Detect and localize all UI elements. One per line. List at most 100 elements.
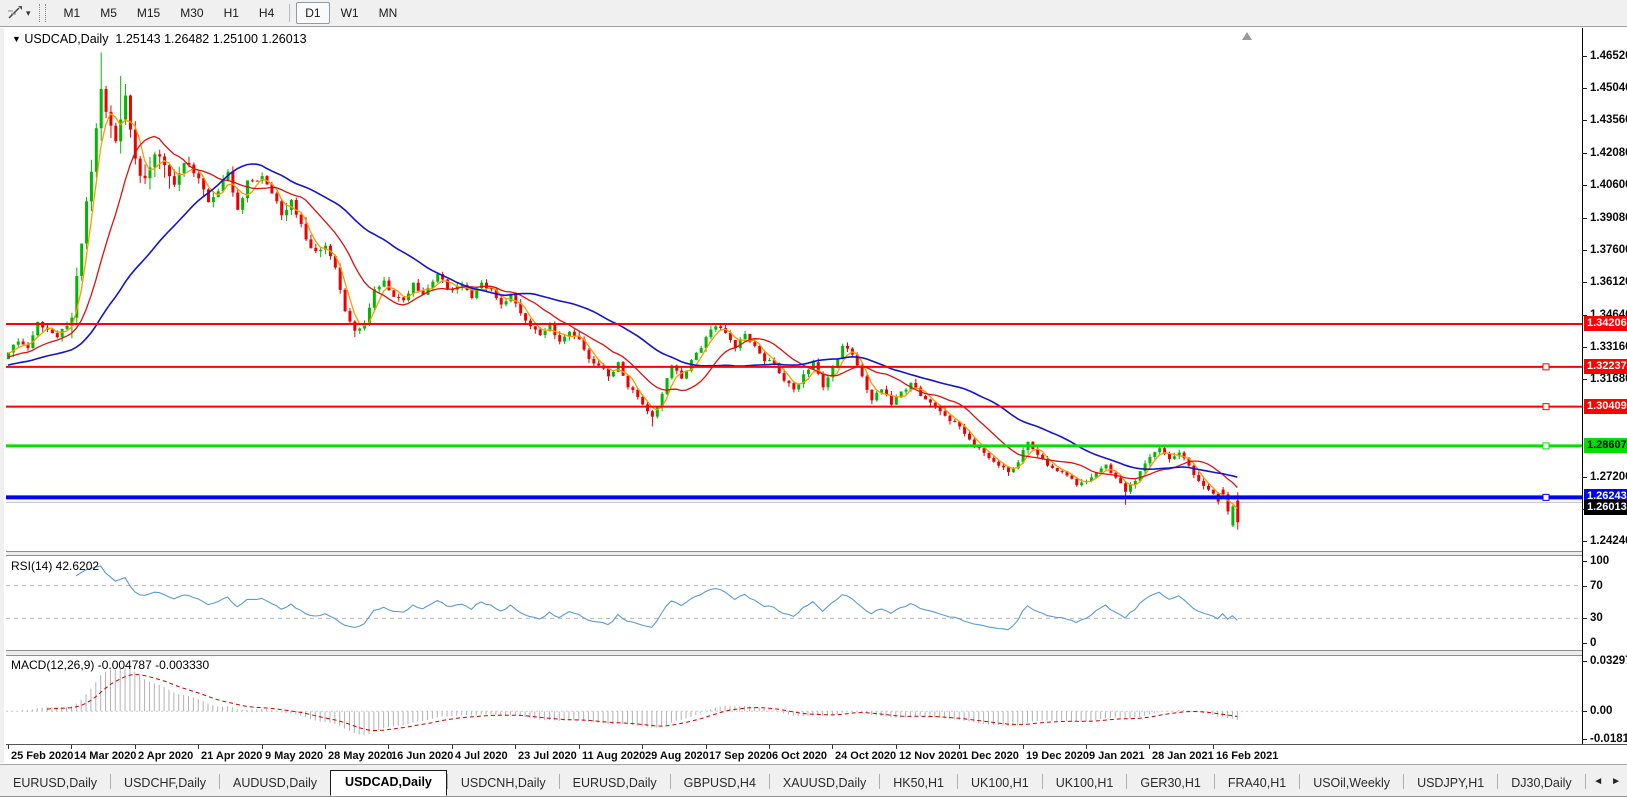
- date-label[interactable]: 6 Oct 2020: [772, 750, 827, 762]
- date-tick-mark: [1149, 745, 1150, 749]
- price-axis-label: 1.46520: [1590, 50, 1627, 62]
- rsi-indicator-pane[interactable]: [6, 556, 1582, 650]
- tool-dropdown-arrow-icon[interactable]: ▾: [26, 8, 31, 19]
- chart-tab-usdcnh-daily[interactable]: USDCNH,Daily: [448, 771, 559, 796]
- price-badge-1.30409[interactable]: 1.30409: [1584, 399, 1627, 414]
- ma-mid-line: [8, 137, 1237, 488]
- price-axis-label: 1.42080: [1590, 147, 1627, 159]
- date-label[interactable]: 12 Nov 2020: [899, 750, 963, 762]
- date-label[interactable]: 11 Aug 2020: [582, 750, 645, 762]
- price-tick: [1582, 477, 1587, 478]
- price-badge-1.34206[interactable]: 1.34206: [1584, 316, 1627, 331]
- date-label[interactable]: 2 Apr 2020: [138, 750, 193, 762]
- date-tick-mark: [515, 745, 516, 749]
- tab-scroll-left-icon[interactable]: ◄: [1593, 776, 1603, 787]
- date-label[interactable]: 9 May 2020: [265, 750, 323, 762]
- chart-tab-bar: EURUSD,DailyUSDCHF,DailyAUDUSD,DailyUSDC…: [0, 764, 1627, 797]
- timeframe-button-w1[interactable]: W1: [332, 2, 368, 24]
- price-tick: [1582, 88, 1587, 89]
- rsi-axis-label: 100: [1590, 555, 1609, 567]
- price-axis-label: 1.36120: [1590, 276, 1627, 288]
- date-label[interactable]: 28 May 2020: [328, 750, 392, 762]
- rsi-axis-label: 30: [1590, 612, 1603, 624]
- chart-shift-marker-icon[interactable]: [1242, 32, 1252, 40]
- hline-handle-1.32237[interactable]: [1543, 364, 1549, 370]
- rsi-axis-label: 0: [1590, 637, 1596, 649]
- date-tick-mark: [388, 745, 389, 749]
- chart-tab-xauusd-daily[interactable]: XAUUSD,Daily: [770, 771, 879, 796]
- date-label[interactable]: 28 Jan 2021: [1152, 750, 1214, 762]
- macd-indicator-pane[interactable]: [6, 656, 1582, 744]
- macd-label: MACD(12,26,9) -0.004787 -0.003330: [11, 658, 209, 672]
- date-label[interactable]: 19 Dec 2020: [1026, 750, 1089, 762]
- date-tick-mark: [452, 745, 453, 749]
- chart-tab-fra40-h1[interactable]: FRA40,H1: [1215, 771, 1299, 796]
- timeframe-button-m30[interactable]: M30: [171, 2, 212, 24]
- toolbar-gripper[interactable]: [39, 4, 46, 22]
- current-price-badge: 1.26013: [1584, 500, 1627, 515]
- hline-handle-1.28607[interactable]: [1543, 443, 1549, 449]
- chart-tab-eurusd-daily[interactable]: EURUSD,Daily: [560, 771, 670, 796]
- date-tick-mark: [832, 745, 833, 749]
- date-tick-mark: [198, 745, 199, 749]
- date-label[interactable]: 4 Jul 2020: [455, 750, 508, 762]
- chart-tab-gbpusd-h4[interactable]: GBPUSD,H4: [671, 771, 769, 796]
- date-tick-mark: [896, 745, 897, 749]
- crosshair-draw-tool-icon[interactable]: [4, 3, 26, 23]
- timeframe-button-h4[interactable]: H4: [250, 2, 283, 24]
- rsi-tick: [1582, 586, 1587, 587]
- chart-title-arrow-icon[interactable]: ▼: [12, 34, 21, 44]
- date-label[interactable]: 24 Oct 2020: [835, 750, 896, 762]
- chart-tab-uk100-h1[interactable]: UK100,H1: [1043, 771, 1127, 796]
- price-axis-label: 1.31680: [1590, 373, 1627, 385]
- macd-tick: [1582, 661, 1587, 662]
- chart-tab-ger30-h1[interactable]: GER30,H1: [1127, 771, 1213, 796]
- chart-tab-usdcad-daily[interactable]: USDCAD,Daily: [330, 770, 447, 796]
- chart-tab-hk50-h1[interactable]: HK50,H1: [880, 771, 957, 796]
- chart-tab-usoil-weekly[interactable]: USOil,Weekly: [1300, 771, 1403, 796]
- hline-handle-1.30409[interactable]: [1543, 404, 1549, 410]
- timeframe-button-m15[interactable]: M15: [128, 2, 169, 24]
- price-axis-label: 1.39080: [1590, 212, 1627, 224]
- timeframe-button-m5[interactable]: M5: [91, 2, 126, 24]
- chart-tab-audusd-daily[interactable]: AUDUSD,Daily: [220, 771, 330, 796]
- tab-scroll-right-icon[interactable]: ►: [1611, 776, 1621, 787]
- price-axis-label: 1.43560: [1590, 114, 1627, 126]
- date-tick-mark: [135, 745, 136, 749]
- rsi-axis-label: 70: [1590, 580, 1603, 592]
- chart-tab-dj30-daily[interactable]: DJ30,Daily: [1498, 771, 1584, 796]
- date-tick-mark: [8, 745, 9, 749]
- main-chart-pane[interactable]: [6, 28, 1582, 551]
- timeframe-button-m1[interactable]: M1: [55, 2, 90, 24]
- timeframe-button-mn[interactable]: MN: [370, 2, 407, 24]
- date-label[interactable]: 21 Apr 2020: [201, 750, 262, 762]
- date-label[interactable]: 17 Sep 2020: [709, 750, 772, 762]
- date-label[interactable]: 23 Jul 2020: [518, 750, 577, 762]
- date-label[interactable]: 1 Dec 2020: [962, 750, 1019, 762]
- chart-tab-uk100-h1[interactable]: UK100,H1: [958, 771, 1042, 796]
- price-badge-1.28607[interactable]: 1.28607: [1584, 438, 1627, 453]
- chart-tab-eurusd-daily[interactable]: EURUSD,Daily: [0, 771, 110, 796]
- price-tick: [1582, 120, 1587, 121]
- date-tick-mark: [642, 745, 643, 749]
- date-tick-mark: [1213, 745, 1214, 749]
- price-tick: [1582, 282, 1587, 283]
- price-badge-1.32237[interactable]: 1.32237: [1584, 359, 1627, 374]
- chart-tab-usdchf-daily[interactable]: USDCHF,Daily: [111, 771, 219, 796]
- date-label[interactable]: 14 Mar 2020: [74, 750, 136, 762]
- date-tick-mark: [325, 745, 326, 749]
- date-axis[interactable]: 25 Feb 202014 Mar 20202 Apr 2020 21 Apr 2…: [6, 744, 1627, 764]
- date-label[interactable]: 29 Aug 2020: [645, 750, 709, 762]
- hline-handle-1.26243[interactable]: [1543, 494, 1549, 500]
- chart-tab-usdjpy-h1[interactable]: USDJPY,H1: [1404, 771, 1497, 796]
- timeframe-button-d1[interactable]: D1: [296, 2, 329, 24]
- date-label[interactable]: 16 Jun 2020: [391, 750, 453, 762]
- date-tick-mark: [706, 745, 707, 749]
- macd-axis-label: 0.00: [1590, 705, 1612, 717]
- date-label[interactable]: 16 Feb 2021: [1216, 750, 1278, 762]
- toolbar-separator: [289, 4, 290, 22]
- mt4-window: ▾ M1M5M15M30H1H4 D1W1MN ▼ USDCAD,Daily 1.…: [0, 0, 1627, 797]
- date-label[interactable]: 25 Feb 2020: [11, 750, 73, 762]
- date-label[interactable]: 9 Jan 2021: [1089, 750, 1145, 762]
- timeframe-button-h1[interactable]: H1: [215, 2, 248, 24]
